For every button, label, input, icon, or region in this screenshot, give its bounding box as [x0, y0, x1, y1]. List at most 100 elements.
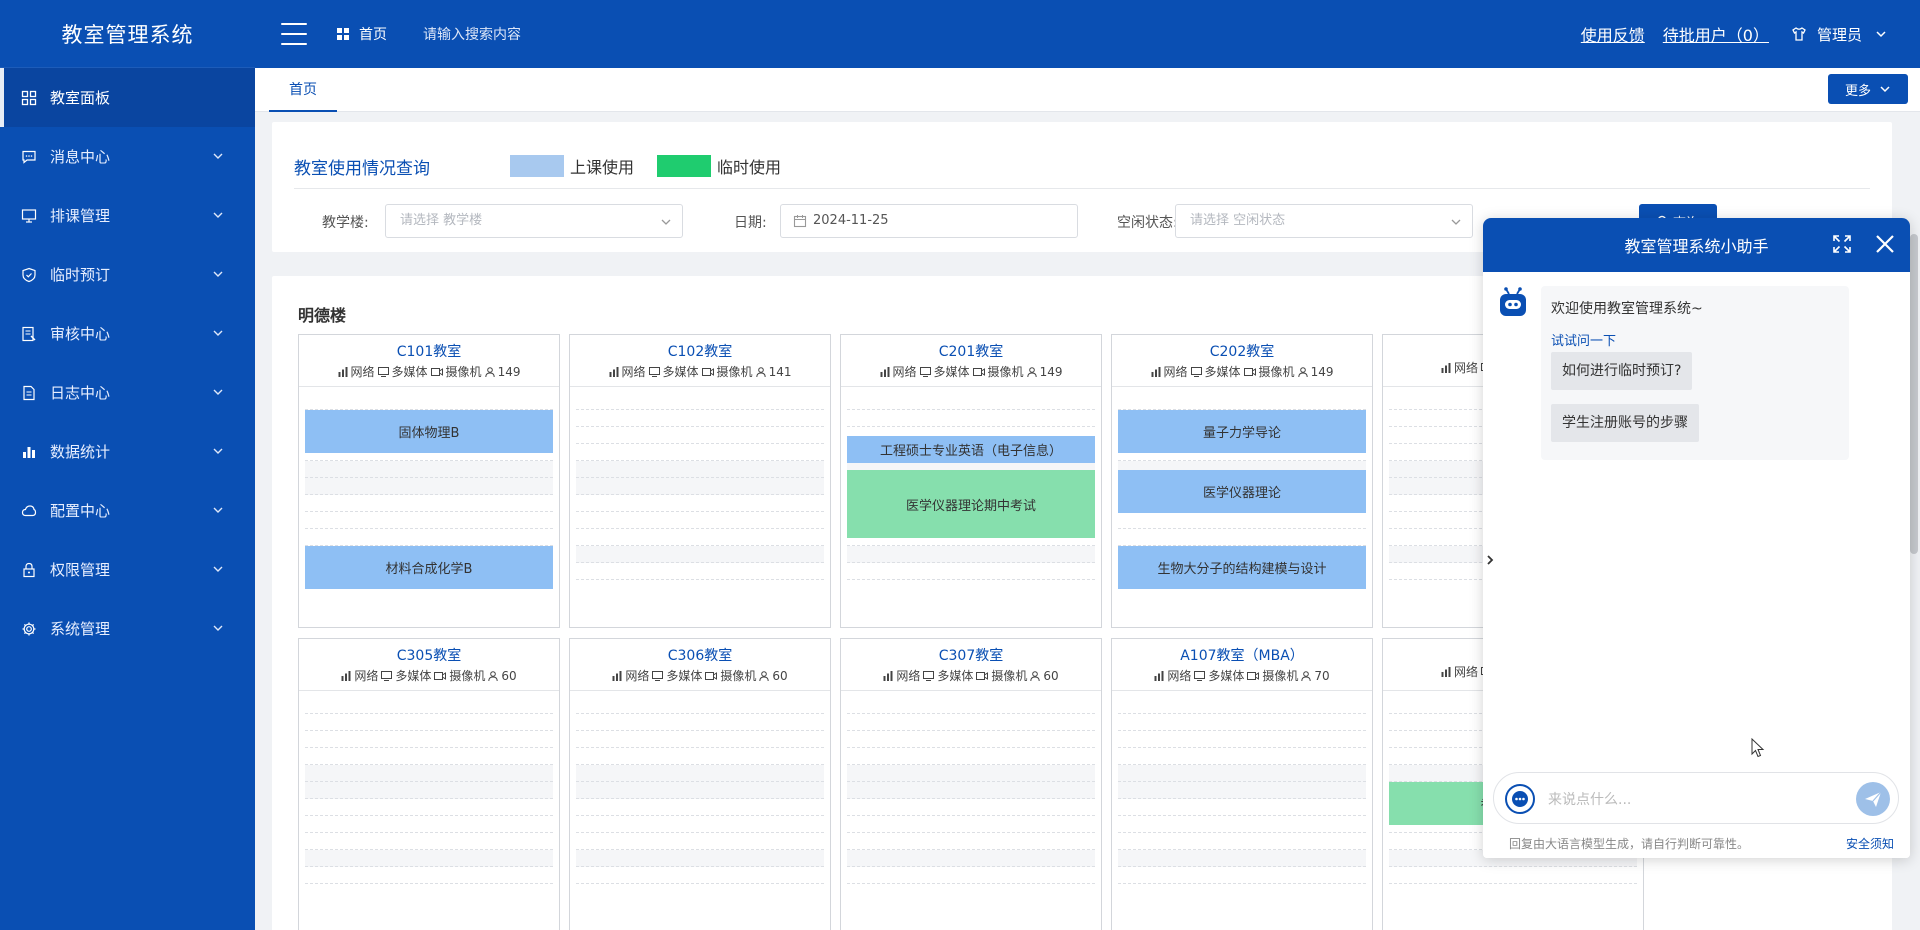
building-select[interactable]: 请选择 教学楼 [385, 204, 683, 238]
timeslot-row[interactable] [305, 833, 553, 850]
sidebar-item[interactable]: 配置中心 [0, 481, 255, 540]
timeslot-row[interactable] [1118, 833, 1366, 850]
timeslot-row[interactable] [847, 697, 1095, 714]
booking-block[interactable]: 医学仪器理论 [1118, 470, 1366, 513]
timeslot-row[interactable] [305, 697, 553, 714]
sidebar-item[interactable]: 临时预订 [0, 245, 255, 304]
timeslot-row[interactable] [847, 393, 1095, 410]
more-button[interactable]: 更多 [1828, 74, 1908, 104]
feedback-link[interactable]: 使用反馈 [1581, 22, 1645, 46]
timeslot-row[interactable] [305, 478, 553, 495]
timeslot-row[interactable] [576, 529, 824, 546]
timeslot-row[interactable] [305, 714, 553, 731]
timeslot-row[interactable] [305, 495, 553, 512]
sidebar-item[interactable]: 日志中心 [0, 363, 255, 422]
room-card[interactable]: C101教室 网络 多媒体 摄像机 149 固体物理B 材料合成化学B [298, 334, 560, 628]
booking-block[interactable]: 材料合成化学B [305, 546, 553, 589]
timeslot-row[interactable] [305, 816, 553, 833]
timeslot-row[interactable] [847, 765, 1095, 782]
timeslot-row[interactable] [1118, 799, 1366, 816]
timeslot-row[interactable] [576, 393, 824, 410]
timeslot-row[interactable] [576, 697, 824, 714]
date-picker[interactable]: 2024-11-25 [780, 204, 1078, 238]
sidebar-item[interactable]: 系统管理 [0, 599, 255, 658]
collapse-arrow[interactable] [1483, 546, 1500, 574]
timeslot-row[interactable] [576, 799, 824, 816]
timeslot-row[interactable] [305, 461, 553, 478]
pending-users-link[interactable]: 待批用户（0） [1663, 22, 1769, 46]
timeslot-row[interactable] [576, 512, 824, 529]
timeslot-row[interactable] [305, 529, 553, 546]
timeslot-row[interactable] [576, 867, 824, 884]
room-card[interactable]: A107教室（MBA） 网络 多媒体 摄像机 70 [1111, 638, 1373, 930]
timeslot-row[interactable] [1389, 867, 1637, 884]
send-icon[interactable] [1856, 782, 1890, 816]
timeslot-row[interactable] [305, 799, 553, 816]
timeslot-row[interactable] [576, 410, 824, 427]
timeslot-row[interactable] [847, 799, 1095, 816]
home-link[interactable]: 首页 [337, 24, 387, 44]
timeslot-row[interactable] [847, 816, 1095, 833]
timeslot-row[interactable] [1118, 512, 1366, 529]
timeslot-row[interactable] [576, 816, 824, 833]
suggestion-button[interactable]: 学生注册账号的步骤 [1551, 404, 1699, 442]
timeslot-row[interactable] [1118, 765, 1366, 782]
timeslot-row[interactable] [305, 512, 553, 529]
timeslot-row[interactable] [1118, 748, 1366, 765]
timeslot-row[interactable] [1118, 393, 1366, 410]
timeslot-row[interactable] [305, 850, 553, 867]
sidebar-item[interactable]: 审核中心 [0, 304, 255, 363]
timeslot-row[interactable] [576, 478, 824, 495]
timeslot-row[interactable] [847, 833, 1095, 850]
timeslot-row[interactable] [1118, 731, 1366, 748]
timeslot-row[interactable] [1118, 867, 1366, 884]
timeslot-row[interactable] [576, 563, 824, 580]
timeslot-row[interactable] [305, 731, 553, 748]
tab-home[interactable]: 首页 [269, 68, 337, 112]
room-card[interactable]: C202教室 网络 多媒体 摄像机 149 量子力学导论 医学仪器理论 生物大分子的结构建模与… [1111, 334, 1373, 628]
timeslot-row[interactable] [847, 410, 1095, 427]
sidebar-item[interactable]: 数据统计 [0, 422, 255, 481]
timeslot-row[interactable] [305, 765, 553, 782]
fullscreen-icon[interactable] [1832, 234, 1852, 254]
timeslot-row[interactable] [847, 714, 1095, 731]
timeslot-row[interactable] [576, 850, 824, 867]
timeslot-row[interactable] [576, 461, 824, 478]
timeslot-row[interactable] [576, 748, 824, 765]
timeslot-row[interactable] [576, 444, 824, 461]
sidebar-item[interactable]: 排课管理 [0, 186, 255, 245]
timeslot-row[interactable] [305, 748, 553, 765]
timeslot-row[interactable] [305, 393, 553, 410]
booking-block[interactable]: 生物大分子的结构建模与设计 [1118, 546, 1366, 589]
timeslot-row[interactable] [1118, 816, 1366, 833]
timeslot-row[interactable] [1118, 697, 1366, 714]
timeslot-row[interactable] [576, 546, 824, 563]
timeslot-row[interactable] [576, 495, 824, 512]
room-card[interactable]: C201教室 网络 多媒体 摄像机 149 工程硕士专业英语（电子信息） 医学仪器理论期中考… [840, 334, 1102, 628]
sidebar-item[interactable]: 权限管理 [0, 540, 255, 599]
timeslot-row[interactable] [1118, 714, 1366, 731]
user-menu[interactable]: 管理员 [1791, 24, 1898, 45]
timeslot-row[interactable] [576, 765, 824, 782]
timeslot-row[interactable] [1118, 850, 1366, 867]
timeslot-row[interactable] [847, 563, 1095, 580]
timeslot-row[interactable] [576, 714, 824, 731]
chat-input[interactable]: 来说点什么... [1493, 772, 1899, 824]
timeslot-row[interactable] [847, 782, 1095, 799]
booking-block[interactable]: 量子力学导论 [1118, 410, 1366, 453]
timeslot-row[interactable] [847, 546, 1095, 563]
timeslot-row[interactable] [576, 833, 824, 850]
menu-toggle-icon[interactable] [281, 23, 307, 45]
search-input[interactable]: 请输入搜索内容 [423, 24, 521, 44]
timeslot-row[interactable] [847, 731, 1095, 748]
booking-block[interactable]: 工程硕士专业英语（电子信息） [847, 436, 1095, 463]
sidebar-item[interactable]: 教室面板 [0, 68, 255, 127]
timeslot-row[interactable] [305, 782, 553, 799]
timeslot-row[interactable] [1118, 529, 1366, 546]
timeslot-row[interactable] [847, 748, 1095, 765]
room-card[interactable]: C305教室 网络 多媒体 摄像机 60 [298, 638, 560, 930]
timeslot-row[interactable] [576, 731, 824, 748]
booking-block[interactable]: 医学仪器理论期中考试 [847, 470, 1095, 538]
close-icon[interactable] [1874, 233, 1896, 255]
booking-block[interactable]: 固体物理B [305, 410, 553, 453]
